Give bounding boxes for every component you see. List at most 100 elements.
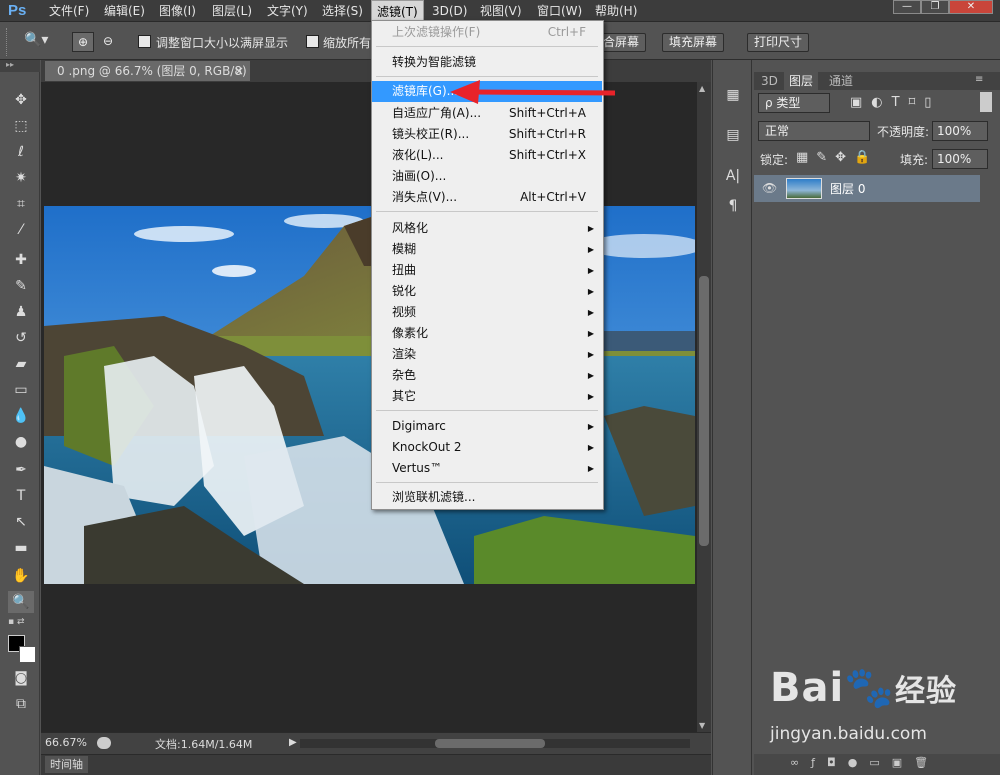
status-menu-arrow-icon[interactable]: ▶: [289, 737, 297, 748]
marquee-tool-icon[interactable]: ⬚: [8, 115, 34, 137]
menu-separator: [376, 482, 598, 483]
timeline-tab[interactable]: 时间轴: [45, 756, 88, 773]
menu-image[interactable]: 图像(I): [154, 0, 201, 22]
lasso-tool-icon[interactable]: ℓ: [8, 141, 34, 163]
screen-mode-icon[interactable]: ⧉: [8, 693, 34, 715]
panel-menu-icon[interactable]: ≡: [975, 74, 983, 85]
type-tool-icon[interactable]: T: [8, 485, 34, 507]
horizontal-scrollbar-thumb[interactable]: [435, 739, 545, 748]
swap-colors-icon[interactable]: ▪ ⇄: [8, 617, 38, 629]
paragraph-panel-icon[interactable]: ¶: [720, 195, 746, 217]
menu-window[interactable]: 窗口(W): [532, 0, 587, 22]
menu-item-pixelate[interactable]: 像素化 ▶: [372, 323, 602, 344]
background-color-swatch[interactable]: [19, 646, 36, 663]
print-size-button[interactable]: 打印尺寸: [747, 33, 810, 52]
layer-action-icons[interactable]: ∞ƒ◘●▭▣🗑: [790, 756, 940, 769]
resize-windows-label: 调整窗口大小以满屏显示: [156, 36, 289, 50]
menu-layer[interactable]: 图层(L): [207, 0, 257, 22]
menu-item-last-filter[interactable]: 上次滤镜操作(F) Ctrl+F: [372, 22, 602, 43]
menu-item-lens-correction[interactable]: 镜头校正(R)... Shift+Ctrl+R: [372, 124, 602, 145]
menu-item-blur[interactable]: 模糊 ▶: [372, 239, 602, 260]
menu-item-render[interactable]: 渲染 ▶: [372, 344, 602, 365]
menu-item-stylize[interactable]: 风格化 ▶: [372, 218, 602, 239]
magic-wand-tool-icon[interactable]: ✷: [8, 167, 34, 189]
scroll-down-icon[interactable]: ▼: [699, 721, 705, 730]
render-label: 渲染: [392, 347, 417, 361]
layer-filter-icons[interactable]: ▣◐T⌑▯: [850, 95, 980, 110]
menu-separator: [376, 76, 598, 77]
zoom-tool-preset-icon[interactable]: 🔍▾: [24, 32, 60, 52]
menu-item-browse-online[interactable]: 浏览联机滤镜...: [372, 487, 602, 508]
character-panel-icon[interactable]: A|: [720, 165, 746, 187]
blur-tool-icon[interactable]: 💧: [8, 405, 34, 427]
zoom-in-icon[interactable]: ⊕: [72, 32, 94, 52]
brush-tool-icon[interactable]: ✎: [8, 275, 34, 297]
menu-item-convert-smart[interactable]: 转换为智能滤镜: [372, 52, 602, 73]
zoom-all-checkbox[interactable]: [306, 35, 319, 48]
tab-channels[interactable]: 通道: [824, 72, 858, 90]
dodge-tool-icon[interactable]: ●: [8, 431, 34, 453]
history-panel-icon[interactable]: ▤: [720, 124, 746, 146]
history-brush-tool-icon[interactable]: ↺: [8, 327, 34, 349]
zoom-level[interactable]: 66.67%: [45, 736, 87, 749]
menu-item-distort[interactable]: 扭曲 ▶: [372, 260, 602, 281]
minimize-button[interactable]: —: [893, 0, 921, 14]
menu-item-sharpen[interactable]: 锐化 ▶: [372, 281, 602, 302]
fill-screen-button[interactable]: 填充屏幕: [662, 33, 725, 52]
resize-windows-checkbox[interactable]: [138, 35, 151, 48]
move-tool-icon[interactable]: ✥: [8, 89, 34, 111]
menu-help[interactable]: 帮助(H): [590, 0, 642, 22]
crop-tool-icon[interactable]: ⌗: [8, 193, 34, 215]
lock-icons[interactable]: ▦✎✥🔒: [796, 150, 878, 165]
menu-edit[interactable]: 编辑(E): [99, 0, 150, 22]
filter-toggle-icon[interactable]: [980, 92, 992, 112]
menu-select[interactable]: 选择(S): [317, 0, 368, 22]
healing-brush-tool-icon[interactable]: ✚: [8, 249, 34, 271]
swatches-panel-icon[interactable]: ▦: [720, 84, 746, 106]
menu-file[interactable]: 文件(F): [44, 0, 94, 22]
eyedropper-tool-icon[interactable]: ⁄: [8, 219, 34, 241]
menu-item-knockout[interactable]: KnockOut 2 ▶: [372, 437, 602, 458]
liquify-label: 液化(L)...: [392, 148, 444, 162]
menu-filter[interactable]: 滤镜(T): [371, 0, 424, 22]
visibility-eye-icon[interactable]: 👁: [762, 181, 777, 195]
scroll-up-icon[interactable]: ▲: [699, 84, 705, 93]
tab-3d[interactable]: 3D: [756, 72, 783, 90]
zoom-tool-icon[interactable]: 🔍: [8, 591, 34, 613]
menu-item-other[interactable]: 其它 ▶: [372, 386, 602, 407]
vertical-scrollbar-thumb[interactable]: [699, 276, 709, 546]
hand-tool-icon[interactable]: ✋: [8, 565, 34, 587]
menu-item-oil-paint[interactable]: 油画(O)...: [372, 166, 602, 187]
menu-type[interactable]: 文字(Y): [262, 0, 313, 22]
layer-name[interactable]: 图层 0: [830, 180, 865, 197]
baidu-watermark: Bai🐾经验 jingyan.baidu.com: [770, 664, 980, 754]
menu-item-vertus[interactable]: Vertus™ ▶: [372, 458, 602, 479]
rectangle-tool-icon[interactable]: ▬: [8, 537, 34, 559]
blend-mode-select[interactable]: 正常: [758, 121, 870, 141]
menu-item-liquify[interactable]: 液化(L)... Shift+Ctrl+X: [372, 145, 602, 166]
path-selection-tool-icon[interactable]: ↖: [8, 511, 34, 533]
close-button[interactable]: ✕: [949, 0, 993, 14]
restore-button[interactable]: ❐: [921, 0, 949, 14]
document-tab[interactable]: 0 .png @ 66.7% (图层 0, RGB/8) ×: [45, 61, 250, 81]
close-tab-icon[interactable]: ×: [234, 61, 244, 81]
clone-stamp-tool-icon[interactable]: ♟: [8, 301, 34, 323]
submenu-arrow-icon: ▶: [587, 371, 594, 380]
status-info-icon[interactable]: [97, 737, 111, 749]
tab-layers[interactable]: 图层: [784, 72, 819, 90]
zoom-out-icon[interactable]: ⊖: [97, 32, 119, 52]
menu-3d[interactable]: 3D(D): [427, 0, 472, 22]
gradient-tool-icon[interactable]: ▭: [8, 379, 34, 401]
menu-item-video[interactable]: 视频 ▶: [372, 302, 602, 323]
fill-input[interactable]: 100%: [932, 149, 988, 169]
eraser-tool-icon[interactable]: ▰: [8, 353, 34, 375]
toolbar-collapse-icon[interactable]: ▸▸: [0, 60, 40, 72]
pen-tool-icon[interactable]: ✒: [8, 459, 34, 481]
opacity-input[interactable]: 100%: [932, 121, 988, 141]
layer-filter-select[interactable]: ρ 类型: [758, 93, 830, 113]
menu-item-vanishing-point[interactable]: 消失点(V)... Alt+Ctrl+V: [372, 187, 602, 208]
menu-item-digimarc[interactable]: Digimarc ▶: [372, 416, 602, 437]
quick-mask-icon[interactable]: ◙: [8, 667, 34, 689]
menu-item-noise[interactable]: 杂色 ▶: [372, 365, 602, 386]
menu-view[interactable]: 视图(V): [475, 0, 527, 22]
